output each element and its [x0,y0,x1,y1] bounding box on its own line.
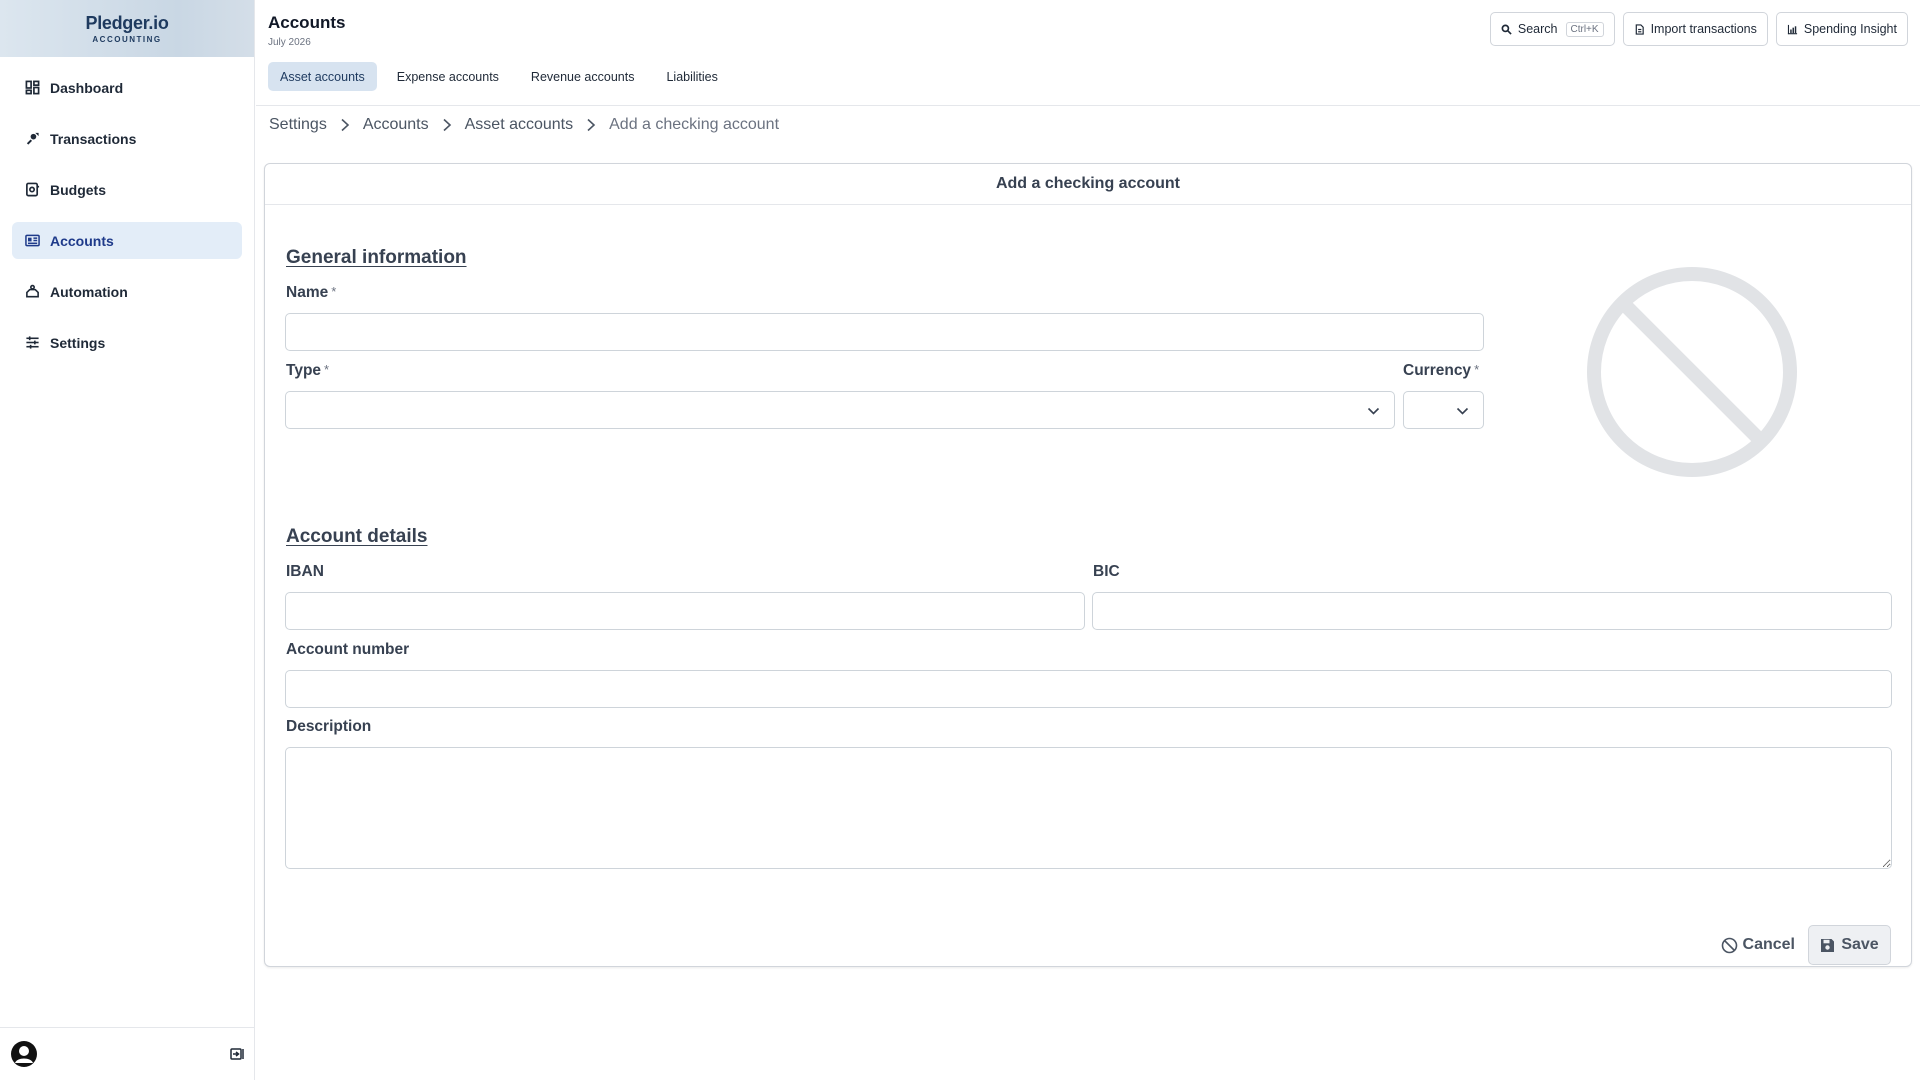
avatar[interactable] [10,1040,38,1068]
brand-tagline: ACCOUNTING [92,35,162,44]
chevron-right-icon [443,118,451,132]
cancel-button[interactable]: Cancel [1721,925,1795,965]
budgets-icon [26,182,40,197]
tab-revenue-accounts[interactable]: Revenue accounts [519,62,647,91]
sidebar-item-settings[interactable]: Settings [12,324,242,361]
no-image-placeholder-icon [1587,267,1797,477]
breadcrumb-current: Add a checking account [609,116,780,133]
sidebar-item-dashboard[interactable]: Dashboard [12,69,242,106]
sidebar-item-label: Budgets [50,181,106,198]
currency-label: Currency * [1403,362,1479,380]
search-button[interactable]: Search Ctrl+K [1489,12,1615,46]
chevron-right-icon [341,118,349,132]
brand-logo[interactable]: Pledger.io ACCOUNTING [0,0,254,57]
required-marker: * [324,362,330,377]
search-icon [1501,24,1512,35]
name-input[interactable] [285,313,1484,351]
bic-input[interactable] [1092,592,1892,630]
tab-asset-accounts[interactable]: Asset accounts [268,62,377,91]
breadcrumb-asset-accounts[interactable]: Asset accounts [465,116,574,134]
chevron-down-icon [1456,407,1469,415]
ban-icon [1721,937,1737,953]
sidebar-item-automation[interactable]: Automation [12,273,242,310]
sidebar-nav: Dashboard Transactions Budgets Accounts … [0,57,254,387]
save-button[interactable]: Save [1808,925,1891,965]
general-information-heading: General information [286,247,467,268]
automation-icon [26,284,39,298]
sidebar-item-accounts[interactable]: Accounts [12,222,242,259]
card-title: Add a checking account [265,164,1911,205]
import-label: Import transactions [1650,22,1757,36]
floppy-disk-icon [1821,938,1835,952]
sidebar-footer [0,1027,254,1080]
transactions-icon [26,132,39,145]
chevron-right-icon [587,118,596,132]
description-label: Description [286,718,372,735]
sidebar-item-label: Automation [50,283,128,300]
tab-liabilities[interactable]: Liabilities [654,62,729,91]
dashboard-icon [25,80,40,95]
breadcrumb: Settings Accounts Asset accounts Add a c… [269,116,779,134]
sidebar: Pledger.io ACCOUNTING Dashboard Transact… [0,0,255,1080]
accounts-icon [25,234,40,247]
settings-icon [26,336,39,349]
type-select[interactable] [285,391,1395,429]
type-label-text: Type [286,362,322,379]
name-label-text: Name [286,284,329,301]
breadcrumb-accounts[interactable]: Accounts [363,116,429,134]
required-marker: * [331,284,337,299]
search-shortcut: Ctrl+K [1565,21,1604,37]
currency-select[interactable] [1403,391,1484,429]
sidebar-item-label: Transactions [50,130,137,147]
import-transactions-button[interactable]: Import transactions [1622,12,1768,46]
sidebar-item-label: Settings [50,334,106,351]
account-type-tabs: Asset accounts Expense accounts Revenue … [268,62,730,91]
iban-label: IBAN [286,563,324,580]
breadcrumb-settings[interactable]: Settings [269,116,327,134]
currency-label-text: Currency [1403,362,1472,379]
search-label: Search [1517,22,1558,36]
brand-name: Pledger.io [85,13,169,33]
file-import-icon [1635,23,1644,35]
chevron-down-icon [1367,407,1380,415]
iban-input[interactable] [285,592,1085,630]
insight-label: Spending Insight [1803,22,1897,36]
account-number-label: Account number [286,641,410,658]
sidebar-item-transactions[interactable]: Transactions [12,120,242,157]
sidebar-item-label: Accounts [50,232,114,249]
page-subtitle: July 2026 [268,37,311,48]
name-label: Name * [286,284,336,302]
description-textarea[interactable] [285,747,1892,869]
cancel-label: Cancel [1742,936,1795,953]
header-actions: Search Ctrl+K Import transactions Spendi… [1489,12,1908,46]
sidebar-item-budgets[interactable]: Budgets [12,171,242,208]
required-marker: * [1474,362,1480,377]
page-title: Accounts [268,13,346,32]
top-header: Accounts July 2026 Asset accounts Expens… [256,0,1920,106]
bic-label: BIC [1093,563,1120,580]
tab-expense-accounts[interactable]: Expense accounts [385,62,511,91]
add-account-card: Add a checking account General informati… [264,163,1912,967]
account-number-input[interactable] [285,670,1892,708]
sidebar-item-label: Dashboard [50,79,124,96]
chart-icon [1787,24,1797,34]
account-details-heading: Account details [286,526,428,547]
spending-insight-button[interactable]: Spending Insight [1775,12,1908,46]
collapse-sidebar-icon[interactable] [230,1047,244,1061]
save-label: Save [1841,936,1879,953]
type-label: Type * [286,362,329,380]
